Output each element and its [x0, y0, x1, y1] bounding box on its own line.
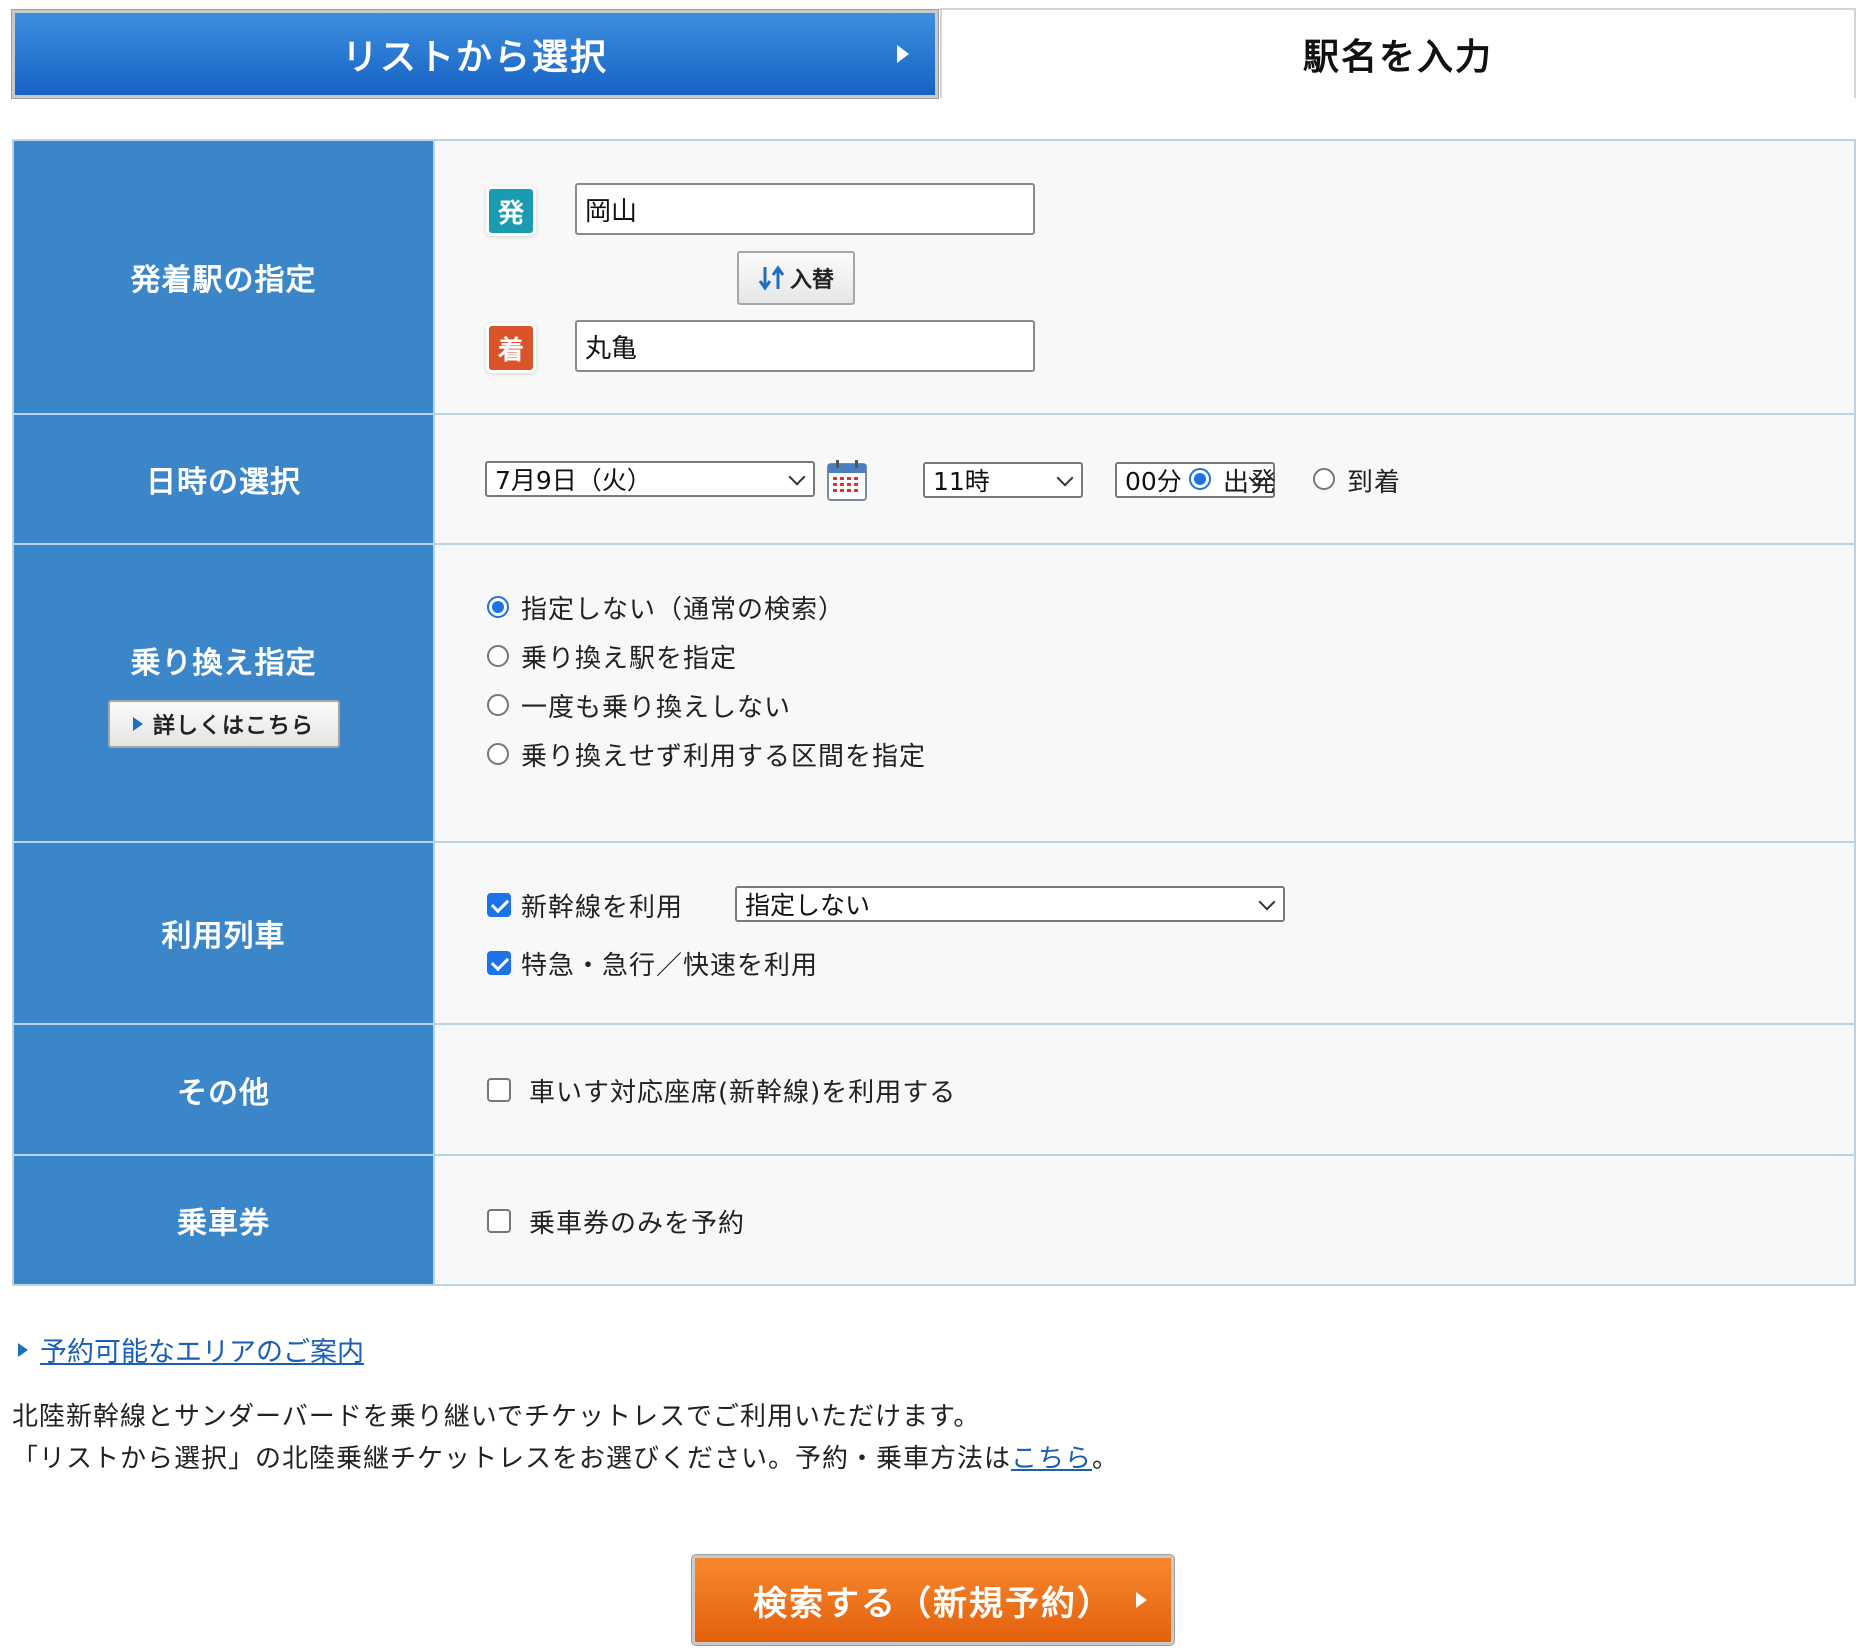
chevron-down-icon	[1258, 893, 1276, 911]
radio-arrive-label: 到着	[1347, 468, 1402, 498]
ticket-only-label: 乗車券のみを予約	[529, 1209, 746, 1239]
chevron-down-icon	[788, 468, 806, 486]
trains-body: 新幹線を利用 指定しない 特急・急行／快速を利用	[435, 843, 1854, 1023]
trains-heading-label: 利用列車	[161, 919, 286, 954]
trains-heading: 利用列車	[14, 843, 435, 1023]
transfer-option-label: 指定しない（通常の検索）	[521, 595, 846, 625]
notice-line-2: 「リストから選択」の北陸乗継チケットレスをお選びください。予約・乗車方法はこちら…	[12, 1438, 1119, 1475]
swap-arrows-icon	[758, 265, 786, 291]
how-to-link[interactable]: こちら	[1011, 1444, 1092, 1474]
transfer-option-radio[interactable]	[487, 645, 509, 667]
other-row: その他 車いす対応座席(新幹線)を利用する	[14, 1023, 1854, 1154]
transfer-detail-button[interactable]: 詳しくはこちら	[107, 700, 340, 748]
ticket-heading: 乗車券	[14, 1156, 435, 1284]
departure-badge: 発	[489, 189, 533, 233]
datetime-row: 日時の選択 7月9日（火） 11時 00分 出発 到着	[14, 413, 1854, 543]
shinkansen-select-value: 指定しない	[745, 891, 871, 920]
shinkansen-label: 新幹線を利用	[521, 893, 684, 923]
datetime-heading-label: 日時の選択	[146, 465, 301, 500]
station-body: 発 入替 着	[435, 141, 1854, 413]
transfer-option-radio[interactable]	[487, 694, 509, 716]
minute-select-value: 00分	[1125, 467, 1182, 496]
departure-station-input[interactable]	[575, 183, 1035, 235]
datetime-heading: 日時の選択	[14, 415, 435, 543]
transfer-option-label: 乗り換え駅を指定	[521, 644, 738, 674]
search-form: 発着駅の指定 発 入替 着 日時の選択 7月9日（	[12, 139, 1856, 1286]
notice-line-2-text: 「リストから選択」の北陸乗継チケットレスをお選びください。予約・乗車方法は	[12, 1444, 1012, 1474]
triangle-right-icon	[18, 1342, 28, 1357]
chevron-right-icon	[1136, 1592, 1147, 1608]
chevron-down-icon	[1056, 469, 1074, 487]
area-info-link-wrap: 予約可能なエリアのご案内	[18, 1330, 364, 1369]
wheelchair-checkbox[interactable]	[487, 1078, 511, 1102]
shinkansen-select[interactable]: 指定しない	[735, 886, 1285, 922]
tab-list-select-label: リストから選択	[341, 37, 608, 78]
area-info-link[interactable]: 予約可能なエリアのご案内	[40, 1330, 364, 1369]
search-button[interactable]: 検索する（新規予約）	[691, 1554, 1175, 1646]
trains-row: 利用列車 新幹線を利用 指定しない 特急・急行／快速を利用	[14, 841, 1854, 1023]
swap-label: 入替	[789, 268, 834, 293]
notice-line-1: 北陸新幹線とサンダーバードを乗り継いでチケットレスでご利用いただけます。	[12, 1402, 981, 1432]
triangle-right-icon	[132, 717, 143, 731]
hour-select-value: 11時	[933, 467, 990, 496]
transfer-row: 乗り換え指定 詳しくはこちら 指定しない（通常の検索） 乗り換え駅を指定 一度も…	[14, 543, 1854, 841]
transfer-body: 指定しない（通常の検索） 乗り換え駅を指定 一度も乗り換えしない 乗り換えせず利…	[435, 545, 1854, 841]
transfer-detail-label: 詳しくはこちら	[152, 714, 314, 739]
calendar-icon[interactable]	[827, 459, 867, 501]
chevron-right-icon	[897, 45, 909, 63]
transfer-heading: 乗り換え指定 詳しくはこちら	[14, 545, 435, 841]
arrival-badge: 着	[489, 326, 533, 370]
ticket-body: 乗車券のみを予約	[435, 1156, 1854, 1284]
radio-arrive[interactable]	[1313, 468, 1335, 490]
transfer-option-label: 乗り換えせず利用する区間を指定	[521, 742, 927, 772]
hour-select[interactable]: 11時	[923, 462, 1083, 498]
tab-list-select[interactable]: リストから選択	[11, 9, 939, 99]
ticket-heading-label: 乗車券	[177, 1206, 270, 1241]
datetime-body: 7月9日（火） 11時 00分 出発 到着	[435, 415, 1854, 543]
arrival-station-input[interactable]	[575, 320, 1035, 372]
tab-enter-station[interactable]: 駅名を入力	[940, 8, 1856, 98]
transfer-option-radio[interactable]	[487, 596, 509, 618]
station-heading: 発着駅の指定	[14, 141, 435, 413]
wheelchair-label: 車いす対応座席(新幹線)を利用する	[529, 1078, 957, 1108]
swap-stations-button[interactable]: 入替	[737, 251, 855, 305]
ticket-row: 乗車券 乗車券のみを予約	[14, 1154, 1854, 1284]
station-row: 発着駅の指定 発 入替 着	[14, 141, 1854, 413]
other-heading-label: その他	[177, 1075, 270, 1111]
ticket-only-checkbox[interactable]	[487, 1209, 511, 1233]
transfer-heading-label: 乗り換え指定	[130, 646, 317, 681]
radio-depart-label: 出発	[1223, 468, 1278, 498]
date-select[interactable]: 7月9日（火）	[485, 461, 815, 497]
station-heading-label: 発着駅の指定	[130, 263, 317, 298]
radio-depart[interactable]	[1189, 468, 1211, 490]
limited-express-checkbox[interactable]	[487, 951, 511, 975]
search-button-label: 検索する（新規予約）	[753, 1583, 1113, 1624]
limited-express-label: 特急・急行／快速を利用	[521, 951, 819, 981]
shinkansen-checkbox[interactable]	[487, 893, 511, 917]
date-select-value: 7月9日（火）	[495, 466, 652, 495]
notice-line-2-end: 。	[1092, 1444, 1120, 1474]
other-heading: その他	[14, 1025, 435, 1154]
tab-enter-station-label: 駅名を入力	[1302, 37, 1493, 78]
transfer-option-radio[interactable]	[487, 743, 509, 765]
other-body: 車いす対応座席(新幹線)を利用する	[435, 1025, 1854, 1154]
transfer-option-label: 一度も乗り換えしない	[521, 693, 792, 723]
